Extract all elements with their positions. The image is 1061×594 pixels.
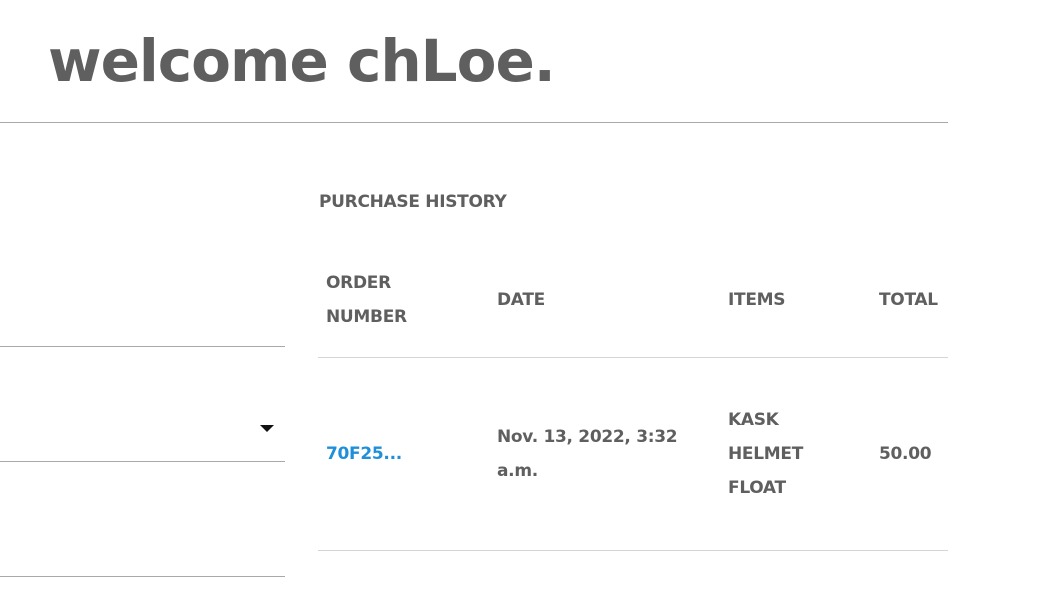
column-header-total: TOTAL xyxy=(879,290,938,310)
order-item: HELMET xyxy=(728,444,803,464)
sidebar-divider xyxy=(0,461,285,462)
order-total: 50.00 xyxy=(879,444,932,464)
sidebar-dropdown[interactable] xyxy=(0,347,285,461)
column-header-date: DATE xyxy=(497,290,545,310)
header-divider xyxy=(0,122,948,123)
order-items: KASK HELMET FLOAT xyxy=(728,403,838,505)
purchase-history-title: PURCHASE HISTORY xyxy=(319,192,507,212)
welcome-heading: welcome chLoe. xyxy=(48,27,556,95)
table-row-divider xyxy=(318,550,948,551)
account-page: welcome chLoe. PURCHASE HISTORY ORDER NU… xyxy=(0,0,1061,594)
order-number-link[interactable]: 70F25... xyxy=(326,437,402,471)
sidebar-divider xyxy=(0,576,285,577)
table-header-divider xyxy=(318,357,948,358)
column-header-items: ITEMS xyxy=(728,290,786,310)
caret-down-icon xyxy=(260,425,274,432)
order-date: Nov. 13, 2022, 3:32 a.m. xyxy=(497,427,678,481)
order-item: FLOAT xyxy=(728,478,786,498)
column-header-order-number: ORDER NUMBER xyxy=(326,273,407,327)
order-item: KASK xyxy=(728,410,779,430)
